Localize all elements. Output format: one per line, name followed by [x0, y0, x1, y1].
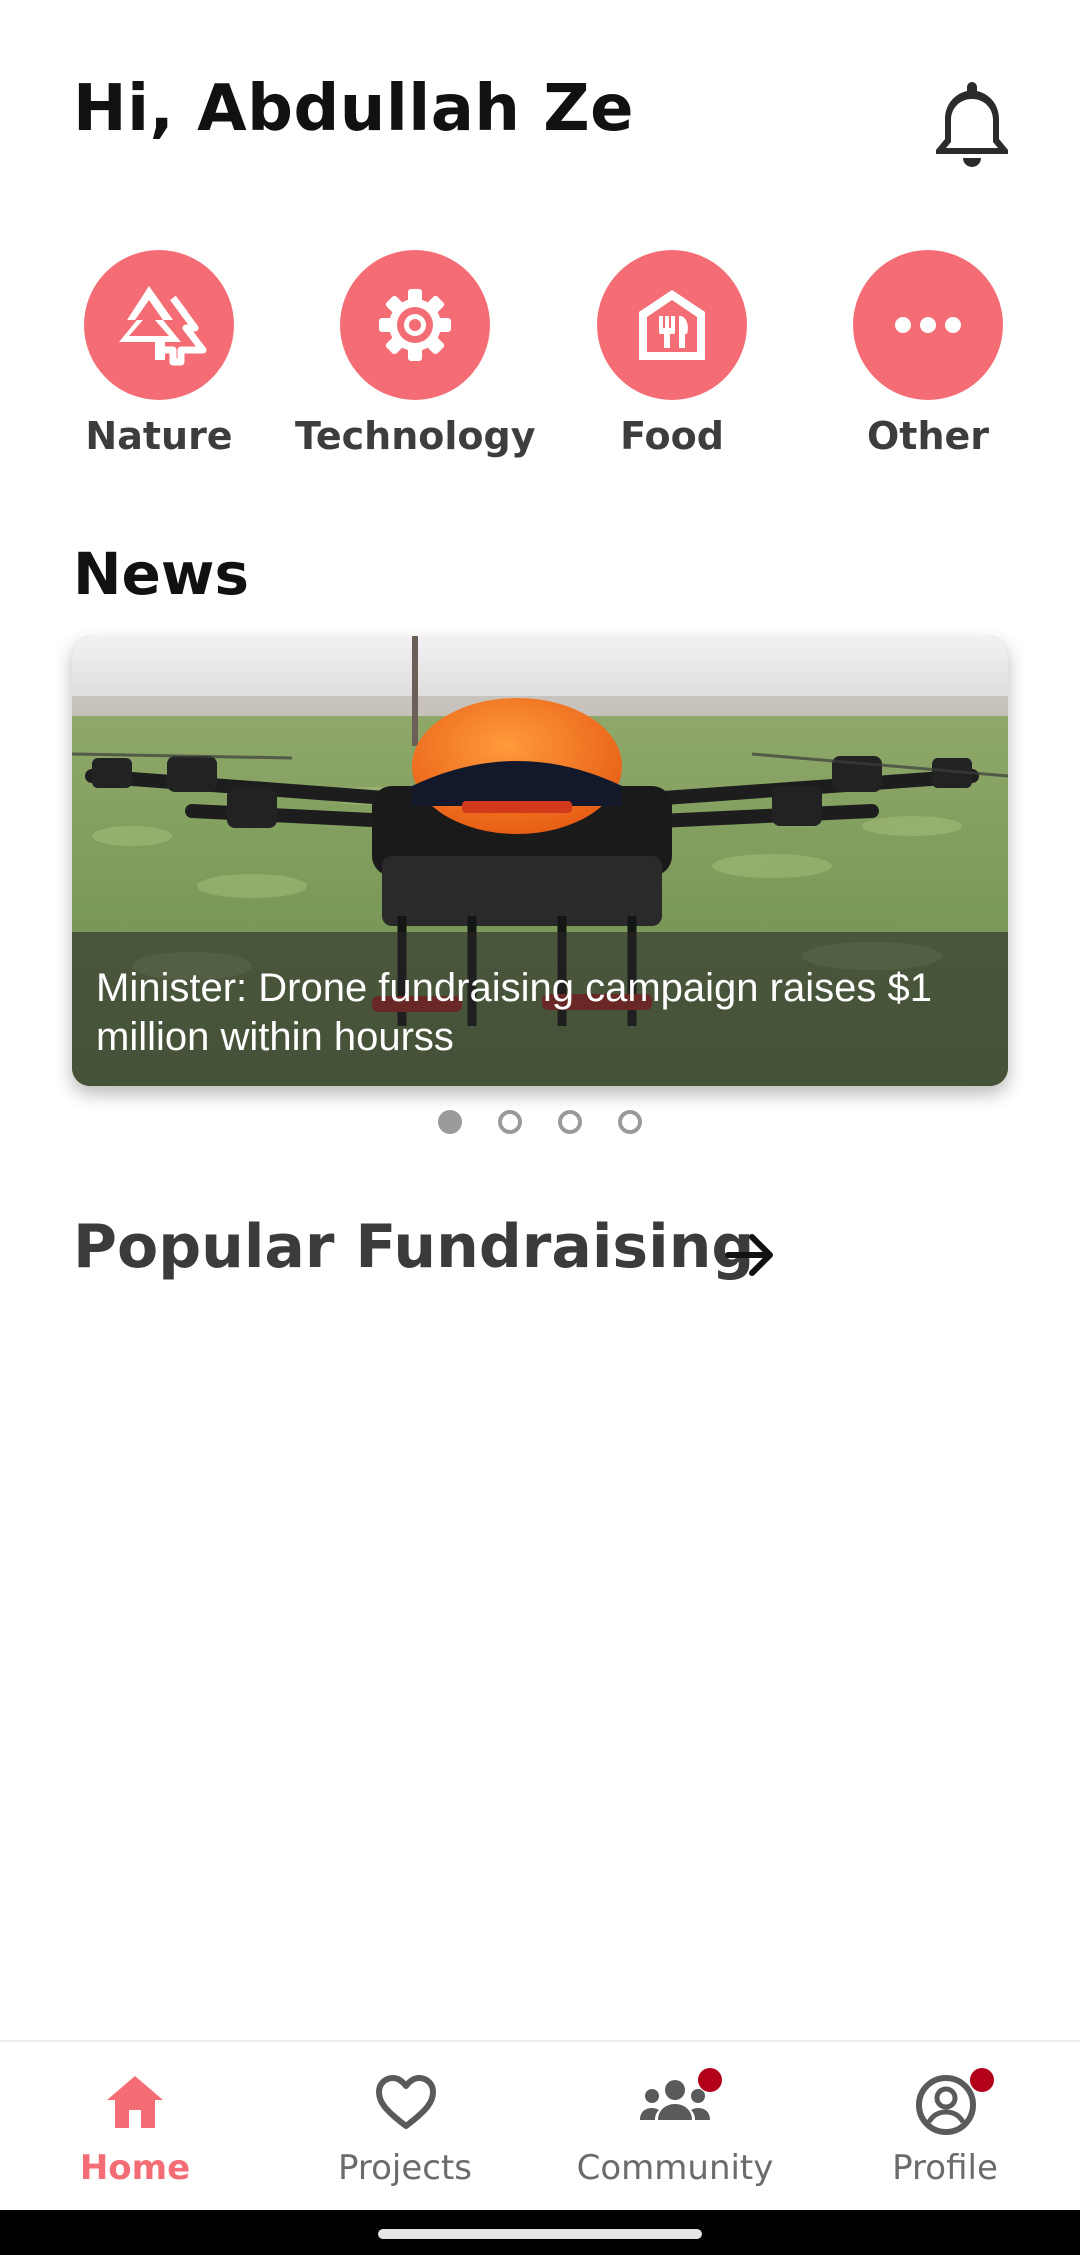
- nav-label: Projects: [337, 2148, 473, 2188]
- category-technology[interactable]: Technology: [295, 250, 536, 458]
- other-circle[interactable]: [853, 250, 1003, 400]
- category-label: Food: [620, 414, 724, 458]
- nav-home[interactable]: Home: [0, 2042, 270, 2212]
- bell-icon[interactable]: [930, 78, 1014, 170]
- bottom-navigation: Home Projects Community Profile: [0, 2040, 1080, 2210]
- category-label: Other: [866, 414, 990, 458]
- carousel-dot[interactable]: [498, 1110, 522, 1134]
- profile-icon: [916, 2075, 976, 2135]
- news-carousel-card[interactable]: Minister: Drone fundraising campaign rai…: [72, 636, 1008, 1086]
- news-caption: Minister: Drone fundraising campaign rai…: [96, 966, 932, 1059]
- gear-icon: [379, 289, 451, 361]
- nav-label: Community: [576, 2148, 774, 2188]
- carousel-dot[interactable]: [438, 1110, 462, 1134]
- carousel-dot[interactable]: [618, 1110, 642, 1134]
- category-nature[interactable]: Nature: [39, 250, 279, 458]
- heart-icon: [376, 2075, 436, 2129]
- category-food[interactable]: Food: [552, 250, 792, 458]
- profile-badge: [970, 2068, 994, 2092]
- greeting-title: Hi, Abdullah Ze: [73, 72, 635, 146]
- trees-icon: [119, 286, 207, 366]
- food-circle[interactable]: [597, 250, 747, 400]
- nav-projects[interactable]: Projects: [270, 2042, 540, 2212]
- category-other[interactable]: Other: [808, 250, 1048, 458]
- more-dots-icon: [895, 317, 961, 333]
- technology-circle[interactable]: [340, 250, 490, 400]
- restaurant-icon: [639, 290, 705, 360]
- category-label: Technology: [295, 414, 536, 458]
- carousel-indicator: [0, 1110, 1080, 1140]
- nav-label: Home: [79, 2148, 191, 2188]
- arrow-right-icon[interactable]: [722, 1226, 780, 1284]
- home-indicator[interactable]: [378, 2229, 702, 2239]
- home-icon: [107, 2076, 163, 2128]
- nature-circle[interactable]: [84, 250, 234, 400]
- carousel-dot[interactable]: [558, 1110, 582, 1134]
- nav-community[interactable]: Community: [540, 2042, 810, 2212]
- category-label: Nature: [85, 414, 233, 458]
- news-title: News: [73, 540, 249, 608]
- home-screen: Hi, Abdullah Ze Nature Technology Food O…: [0, 0, 1080, 2255]
- nav-label: Profile: [892, 2148, 998, 2188]
- popular-fundraising-title[interactable]: Popular Fundraising: [73, 1212, 754, 1282]
- nav-profile[interactable]: Profile: [810, 2042, 1080, 2212]
- community-badge: [698, 2068, 722, 2092]
